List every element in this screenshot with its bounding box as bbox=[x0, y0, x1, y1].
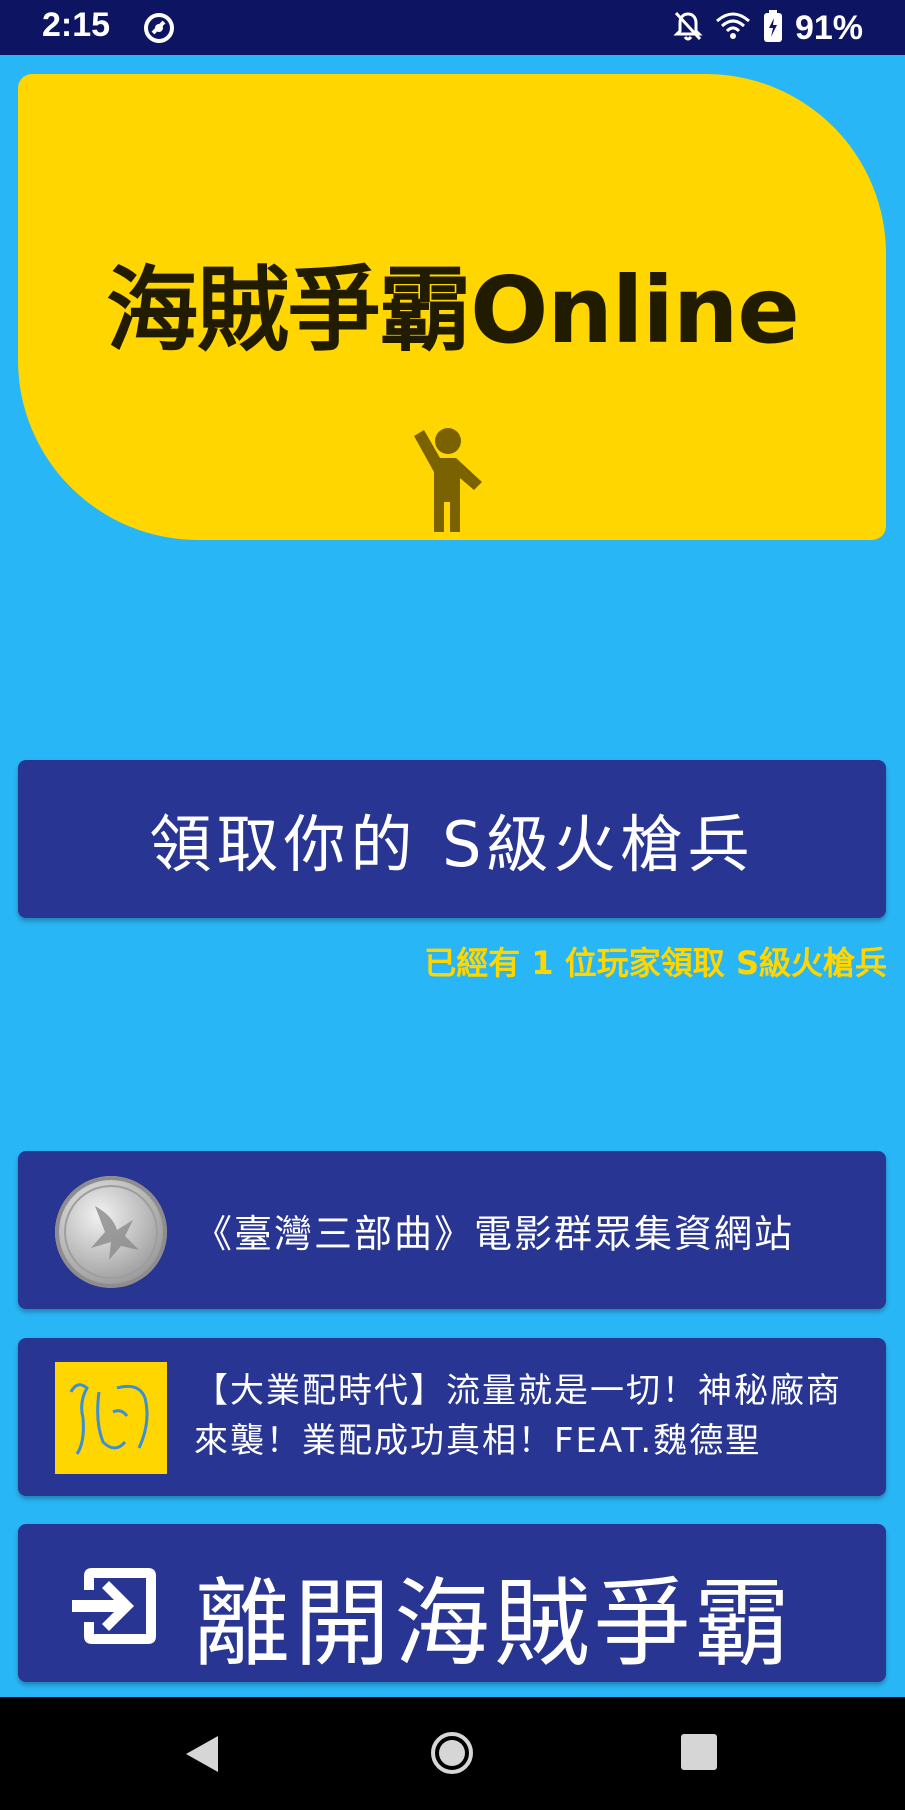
waving-person-icon bbox=[404, 426, 496, 538]
crowdfunding-link-button[interactable]: 《臺灣三部曲》電影群眾集資網站 bbox=[18, 1151, 886, 1309]
exit-to-app-icon bbox=[68, 1560, 164, 1656]
status-time: 2:15 bbox=[42, 6, 111, 44]
bell-off-icon bbox=[673, 10, 703, 46]
silver-coin-image bbox=[55, 1176, 167, 1288]
battery-charging-icon bbox=[763, 9, 783, 47]
crowdfunding-link-label: 《臺灣三部曲》電影群眾集資網站 bbox=[194, 1212, 795, 1256]
exit-button-label: 離開海賊爭霸 bbox=[194, 1568, 794, 1680]
status-bar: 2:15 91% bbox=[0, 0, 905, 55]
recents-icon[interactable] bbox=[681, 1734, 717, 1770]
claim-button-label: 領取你的 S級火槍兵 bbox=[149, 808, 755, 881]
navigation-bar bbox=[0, 1697, 905, 1810]
wifi-icon bbox=[715, 11, 751, 45]
video-link-label: 【大業配時代】流量就是一切！神秘廠商來襲！業配成功真相！FEAT.魏德聖 bbox=[194, 1371, 842, 1461]
home-icon[interactable] bbox=[430, 1731, 474, 1779]
claim-count-text: 已經有 1 位玩家領取 S級火槍兵 bbox=[424, 944, 887, 982]
claim-musketeer-button[interactable]: 領取你的 S級火槍兵 bbox=[18, 760, 886, 918]
game-title: 海賊爭霸Online bbox=[106, 257, 800, 364]
video-link-button[interactable]: 【大業配時代】流量就是一切！神秘廠商來襲！業配成功真相！FEAT.魏德聖 bbox=[18, 1338, 886, 1496]
exit-game-button[interactable]: 離開海賊爭霸 bbox=[18, 1524, 886, 1682]
back-icon[interactable] bbox=[184, 1734, 220, 1778]
battery-percent: 91% bbox=[794, 8, 863, 47]
yellow-logo-image bbox=[55, 1362, 167, 1474]
app-notification-icon bbox=[142, 11, 176, 49]
